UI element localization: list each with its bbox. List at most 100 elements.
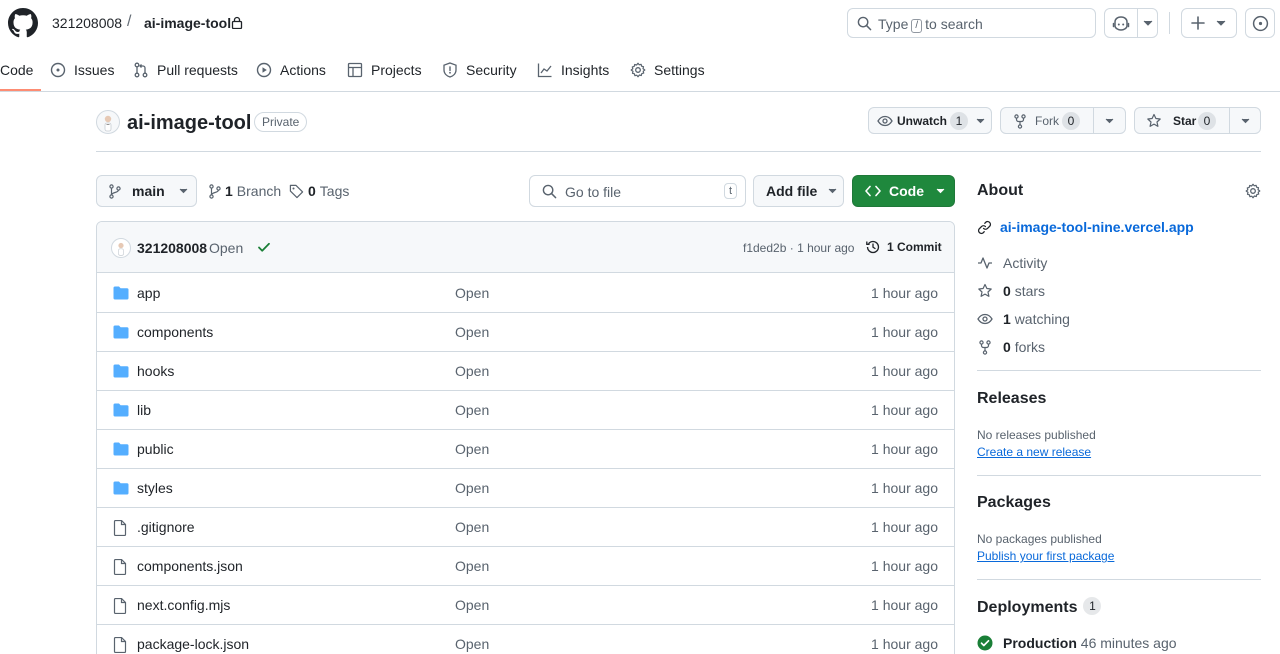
branch-select-button[interactable]: main — [96, 175, 197, 207]
fork-button[interactable]: Fork 0 — [1000, 107, 1126, 134]
table-row[interactable]: lib Open 1 hour ago — [97, 391, 954, 430]
packages-empty-text: No packages published — [977, 532, 1102, 546]
tab-actions[interactable]: Actions — [256, 50, 326, 90]
add-file-button[interactable]: Add file — [753, 175, 844, 207]
tab-label: Projects — [371, 62, 422, 78]
global-search-input[interactable]: Type / to search — [847, 8, 1096, 38]
activity-label: Activity — [1003, 255, 1048, 271]
tab-projects[interactable]: Projects — [347, 50, 422, 90]
create-new-button[interactable] — [1181, 8, 1237, 38]
forks-count: 0 — [1003, 339, 1011, 355]
breadcrumb-owner[interactable]: 321208008 — [52, 14, 122, 32]
visibility-badge: Private — [254, 112, 308, 132]
tab-label: Pull requests — [157, 62, 238, 78]
github-logo-icon[interactable] — [8, 8, 38, 38]
file-commit-message[interactable]: Open — [455, 285, 489, 301]
deployments-heading[interactable]: Deployments 1 — [977, 597, 1102, 618]
tab-code[interactable]: Code — [0, 50, 42, 91]
releases-heading[interactable]: Releases — [977, 389, 1046, 409]
breadcrumb-repo[interactable]: ai-image-tool — [144, 14, 231, 32]
file-name[interactable]: app — [137, 285, 160, 301]
file-name[interactable]: styles — [137, 480, 173, 496]
table-row[interactable]: public Open 1 hour ago — [97, 430, 954, 469]
packages-heading[interactable]: Packages — [977, 493, 1051, 513]
file-commit-time: 1 hour ago — [871, 597, 938, 613]
fork-label: Fork — [1035, 114, 1059, 128]
file-name[interactable]: components.json — [137, 558, 243, 574]
table-row[interactable]: components Open 1 hour ago — [97, 313, 954, 352]
code-label: Code — [889, 183, 924, 199]
folder-icon — [113, 325, 129, 339]
tab-insights[interactable]: Insights — [537, 50, 609, 90]
issues-shortcut-button[interactable] — [1245, 8, 1275, 38]
file-commit-message[interactable]: Open — [455, 363, 489, 379]
check-circle-icon — [977, 635, 993, 651]
copilot-button[interactable] — [1104, 8, 1158, 38]
code-button[interactable]: Code — [852, 175, 955, 207]
table-row[interactable]: styles Open 1 hour ago — [97, 469, 954, 508]
table-row[interactable]: hooks Open 1 hour ago — [97, 352, 954, 391]
commit-author[interactable]: 321208008 — [137, 240, 207, 256]
table-row[interactable]: package-lock.json Open 1 hour ago — [97, 625, 954, 654]
branches-link[interactable]: 1 Branch — [209, 183, 281, 199]
file-name[interactable]: lib — [137, 402, 151, 418]
file-commit-message[interactable]: Open — [455, 480, 489, 496]
watchers-link[interactable]: 1 watching — [977, 311, 1070, 327]
activity-link[interactable]: Activity — [977, 255, 1047, 271]
table-row[interactable]: .gitignore Open 1 hour ago — [97, 508, 954, 547]
watch-count: 1 — [950, 112, 968, 130]
stars-link[interactable]: 0 stars — [977, 283, 1045, 299]
file-commit-message[interactable]: Open — [455, 597, 489, 613]
file-name[interactable]: public — [137, 441, 174, 457]
file-name[interactable]: hooks — [137, 363, 174, 379]
file-commit-message[interactable]: Open — [455, 324, 489, 340]
gear-icon[interactable] — [1245, 183, 1261, 199]
create-release-link[interactable]: Create a new release — [977, 445, 1091, 459]
commit-sha[interactable]: f1ded2b — [743, 241, 786, 255]
folder-icon — [113, 442, 129, 456]
sidebar-divider — [977, 579, 1261, 580]
website-link[interactable]: ai-image-tool-nine.vercel.app — [977, 219, 1194, 235]
breadcrumb-separator: / — [127, 13, 132, 30]
file-commit-message[interactable]: Open — [455, 441, 489, 457]
file-commit-message[interactable]: Open — [455, 558, 489, 574]
folder-icon — [113, 364, 129, 378]
watching-count: 1 — [1003, 311, 1011, 327]
file-commit-message[interactable]: Open — [455, 636, 489, 652]
tab-security[interactable]: Security — [442, 50, 517, 90]
file-name[interactable]: next.config.mjs — [137, 597, 230, 613]
publish-package-link[interactable]: Publish your first package — [977, 549, 1114, 563]
table-row[interactable]: components.json Open 1 hour ago — [97, 547, 954, 586]
unwatch-button[interactable]: Unwatch 1 — [868, 107, 992, 134]
repo-title[interactable]: ai-image-tool — [127, 110, 251, 136]
tags-link[interactable]: 0 Tags — [289, 183, 349, 199]
go-to-file-input[interactable]: Go to file t — [529, 175, 746, 207]
star-button[interactable]: Star 0 — [1134, 107, 1261, 134]
file-name[interactable]: .gitignore — [137, 519, 195, 535]
forks-link[interactable]: 0 forks — [977, 339, 1045, 355]
file-commit-message[interactable]: Open — [455, 402, 489, 418]
commit-author-avatar[interactable] — [111, 238, 131, 258]
commit-message[interactable]: Open — [209, 240, 243, 256]
fork-count: 0 — [1062, 112, 1080, 130]
file-commit-message[interactable]: Open — [455, 519, 489, 535]
git-branch-icon — [109, 183, 121, 199]
file-name[interactable]: package-lock.json — [137, 636, 249, 652]
latest-commit-row: 321208008 Open f1ded2b · 1 hour ago 1 Co… — [97, 222, 954, 273]
table-row[interactable]: next.config.mjs Open 1 hour ago — [97, 586, 954, 625]
check-icon[interactable] — [257, 240, 271, 254]
repo-owner-avatar[interactable] — [96, 110, 120, 134]
shield-icon — [442, 62, 458, 78]
file-name[interactable]: components — [137, 324, 213, 340]
tab-issues[interactable]: Issues — [50, 50, 114, 90]
eye-icon — [877, 114, 893, 128]
add-file-label: Add file — [766, 183, 818, 199]
commit-history-link[interactable]: 1 Commit — [865, 239, 942, 255]
deployment-time: 46 minutes ago — [1080, 635, 1177, 651]
table-row[interactable]: app Open 1 hour ago — [97, 274, 954, 313]
deployment-item[interactable]: Production 46 minutes ago — [977, 635, 1177, 651]
header-divider-line — [96, 151, 1261, 152]
file-icon — [113, 559, 127, 575]
tab-settings[interactable]: Settings — [630, 50, 705, 90]
tab-pull-requests[interactable]: Pull requests — [133, 50, 238, 90]
